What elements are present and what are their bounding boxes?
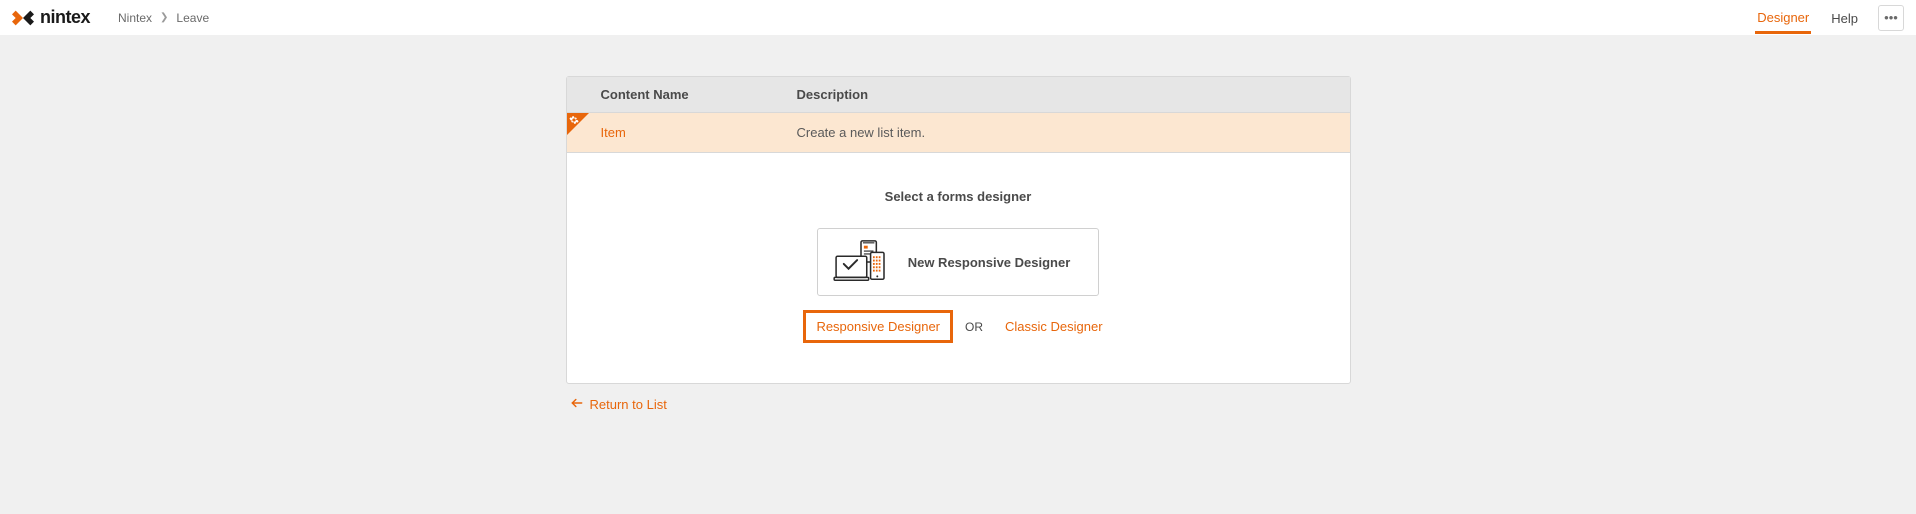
return-to-list-link[interactable]: Return to List [570,396,667,413]
new-responsive-designer-button[interactable]: New Responsive Designer [817,228,1100,296]
top-bar: nintex Nintex ❯ Leave Designer Help ••• [0,0,1916,36]
devices-icon [832,239,890,285]
content-card: Content Name Description Item Create a n… [566,76,1351,384]
footer-area: Return to List [566,396,1351,413]
table-row[interactable]: Item Create a new list item. [567,113,1350,153]
row-item-description: Create a new list item. [797,125,1350,140]
return-label: Return to List [590,397,667,412]
or-separator: OR [965,320,983,334]
row-item-link[interactable]: Item [601,125,626,140]
top-nav: Designer Help ••• [1755,2,1904,34]
panel-title: Select a forms designer [567,189,1350,204]
alt-designer-links: Responsive Designer OR Classic Designer [567,310,1350,343]
new-responsive-label: New Responsive Designer [908,255,1071,270]
breadcrumb-current: Leave [176,11,209,25]
chevron-right-icon: ❯ [160,12,168,23]
gear-icon [569,115,579,125]
nav-designer[interactable]: Designer [1755,2,1811,34]
more-menu-button[interactable]: ••• [1878,5,1904,31]
nintex-logo-icon [12,7,34,29]
responsive-designer-link[interactable]: Responsive Designer [803,310,953,343]
main-area: Content Name Description Item Create a n… [0,36,1916,433]
arrow-left-icon [570,396,584,413]
breadcrumb: Nintex ❯ Leave [118,11,209,25]
table-header: Content Name Description [567,77,1350,113]
nav-help[interactable]: Help [1829,3,1860,32]
designer-selection-panel: Select a forms designer [567,153,1350,383]
classic-designer-link[interactable]: Classic Designer [995,313,1113,340]
brand-name: nintex [40,7,90,28]
col-header-name: Content Name [567,87,797,102]
col-header-description: Description [797,87,1350,102]
ellipsis-icon: ••• [1884,10,1898,25]
brand-logo[interactable]: nintex [12,7,90,29]
breadcrumb-root[interactable]: Nintex [118,11,152,25]
